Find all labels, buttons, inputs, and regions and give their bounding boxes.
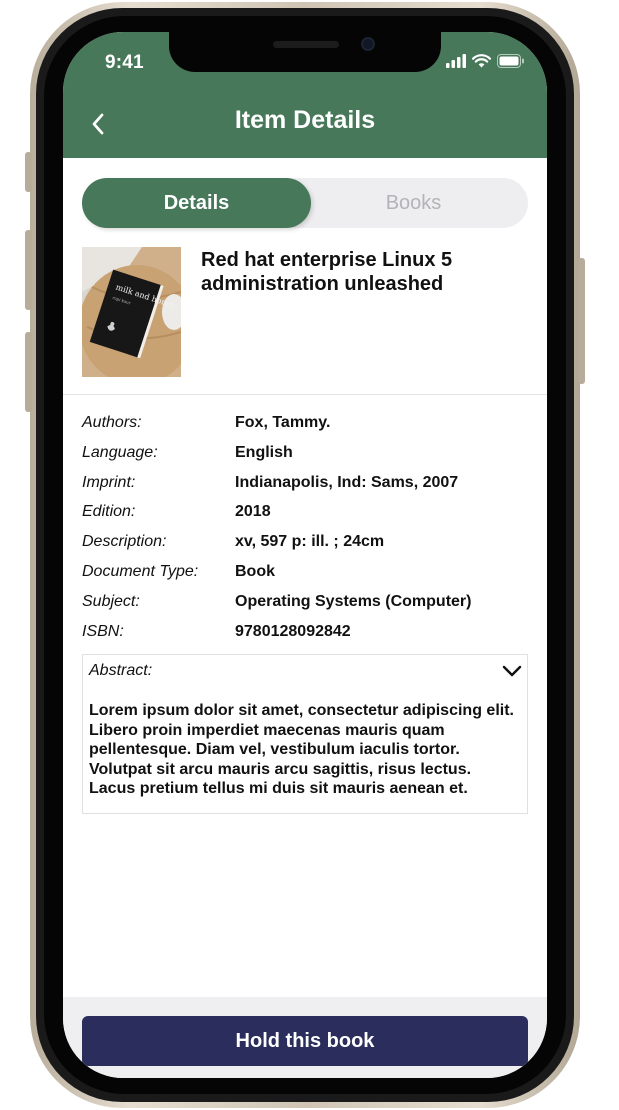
front-camera (361, 37, 375, 51)
status-time: 9:41 (105, 52, 144, 73)
volume-down-button (25, 332, 32, 412)
hold-book-button[interactable]: Hold this book (82, 1016, 528, 1066)
app-header: 9:41 Item Details (63, 32, 547, 158)
detail-row-authors: Authors: Fox, Tammy. (82, 414, 522, 444)
notch (169, 32, 441, 72)
cellular-signal-icon (446, 54, 466, 68)
battery-icon (497, 54, 524, 68)
cover-illustration: milk and honey rupi kaur (82, 247, 181, 377)
detail-value: Operating Systems (Computer) (235, 592, 472, 610)
details-books-tabs: Books Details (82, 178, 528, 228)
detail-row-isbn: ISBN: 9780128092842 (82, 623, 522, 653)
abstract-toggle[interactable] (501, 661, 523, 681)
abstract-label: Abstract: (89, 662, 153, 679)
detail-value: 2018 (235, 503, 271, 521)
detail-value: Fox, Tammy. (235, 414, 331, 431)
item-details-list: Authors: Fox, Tammy. Language: English I… (82, 414, 522, 652)
detail-label: Language: (82, 443, 158, 461)
detail-label: Subject: (82, 592, 140, 610)
item-title: Red hat enterprise Linux 5 administratio… (201, 249, 453, 295)
detail-label: Authors: (82, 414, 142, 431)
section-divider (63, 394, 547, 395)
tab-details[interactable]: Details (82, 178, 311, 228)
detail-value: Indianapolis, Ind: Sams, 2007 (235, 473, 459, 491)
detail-row-subject: Subject: Operating Systems (Computer) (82, 593, 522, 623)
detail-label: Document Type: (82, 562, 199, 580)
power-button (578, 258, 585, 384)
tab-books[interactable]: Books (299, 178, 528, 228)
detail-value: 9780128092842 (235, 622, 351, 640)
detail-row-language: Language: English (82, 444, 522, 474)
detail-value: Book (235, 562, 275, 580)
status-icons (446, 54, 525, 68)
chevron-down-icon (502, 665, 522, 677)
app-screen: 9:41 Item Details Books Details milk and… (63, 32, 547, 1078)
detail-label: Edition: (82, 503, 136, 521)
abstract-panel: Abstract: Lorem ipsum dolor sit amet, co… (82, 654, 528, 814)
speaker-grille (273, 41, 339, 48)
detail-row-edition: Edition: 2018 (82, 503, 522, 533)
wifi-icon (472, 54, 491, 68)
volume-up-button (25, 230, 32, 310)
detail-value: English (235, 443, 293, 461)
detail-row-imprint: Imprint: Indianapolis, Ind: Sams, 2007 (82, 474, 522, 504)
page-title: Item Details (234, 106, 376, 134)
detail-label: Description: (82, 533, 167, 551)
book-cover-image: milk and honey rupi kaur (82, 247, 181, 377)
detail-value: xv, 597 p: ill. ; 24cm (235, 533, 385, 551)
detail-label: ISBN: (82, 622, 124, 640)
detail-row-document-type: Document Type: Book (82, 563, 522, 593)
detail-label: Imprint: (82, 473, 136, 491)
silent-switch (25, 152, 32, 192)
detail-row-description: Description: xv, 597 p: ill. ; 24cm (82, 533, 522, 563)
abstract-text: Lorem ipsum dolor sit amet, consectetur … (89, 702, 514, 797)
